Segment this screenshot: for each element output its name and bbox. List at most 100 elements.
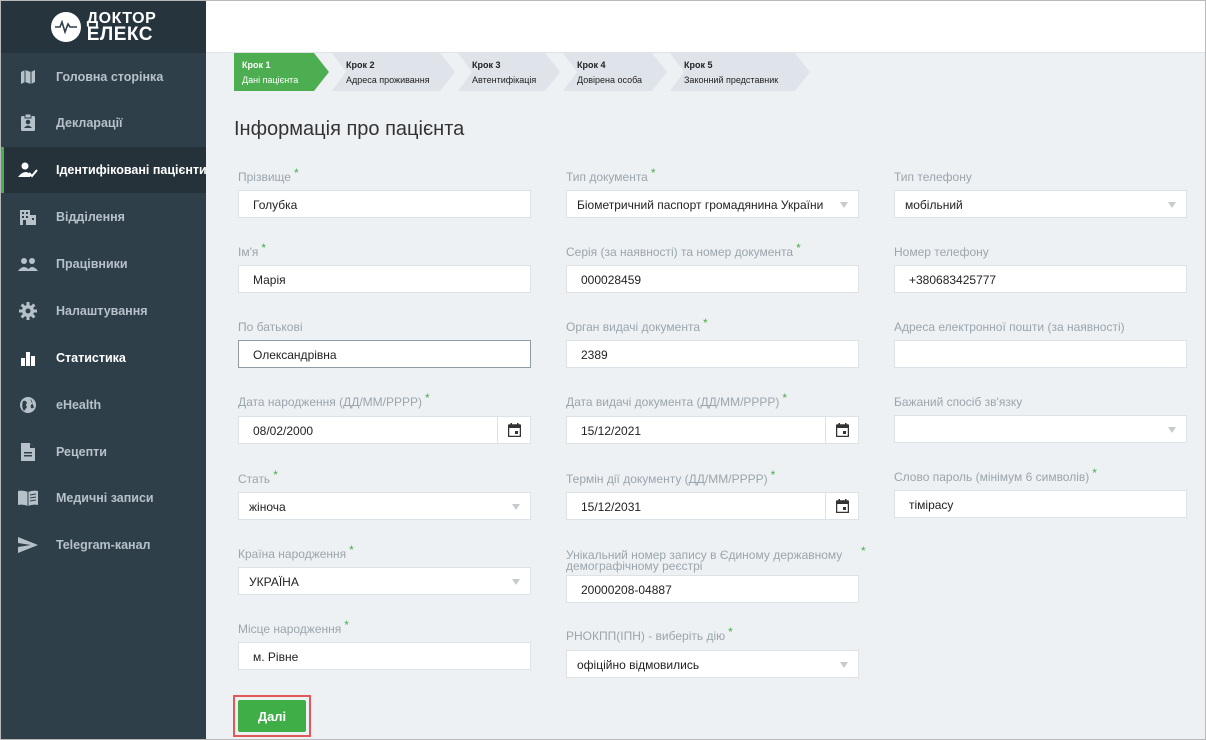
book-icon bbox=[18, 488, 38, 508]
step-4[interactable]: Крок 4 Довірена особа bbox=[563, 53, 667, 91]
step-number: Крок 2 bbox=[346, 60, 375, 70]
doc-expiry-label: Термін дії документу (ДД/ММ/РРРР) * bbox=[566, 469, 775, 486]
doc-issuer-value: 2389 bbox=[581, 348, 608, 362]
first-name-field[interactable]: Марія bbox=[238, 265, 531, 293]
required-mark: * bbox=[728, 625, 733, 639]
required-mark: * bbox=[650, 166, 656, 180]
doc-number-field[interactable]: 000028459 bbox=[566, 265, 859, 293]
birth-place-field[interactable]: м. Рівне bbox=[238, 642, 531, 670]
phone-type-label: Тип телефону bbox=[894, 170, 972, 184]
step-2[interactable]: Крок 2 Адреса проживання bbox=[332, 53, 455, 91]
calendar-icon[interactable] bbox=[497, 417, 530, 443]
birth-country-label-text: Країна народження bbox=[238, 547, 347, 561]
contact-method-select[interactable] bbox=[894, 415, 1187, 443]
patronymic-label: По батькові bbox=[238, 320, 303, 334]
sidebar-item-declarations[interactable]: Декларації bbox=[1, 100, 206, 146]
birth-country-select[interactable]: УКРАЇНА bbox=[238, 567, 531, 595]
doc-issue-date-value: 15/12/2021 bbox=[581, 424, 642, 438]
logo[interactable]: ДОКТОР ЕЛЕКС bbox=[1, 1, 206, 53]
gender-label-text: Стать bbox=[238, 472, 271, 486]
user-check-icon bbox=[18, 160, 38, 180]
calendar-icon[interactable] bbox=[825, 417, 858, 443]
email-field[interactable] bbox=[894, 340, 1187, 368]
doc-expiry-field[interactable]: 15/12/2031 bbox=[566, 492, 859, 520]
phone-type-select[interactable]: мобільний bbox=[894, 190, 1187, 218]
password-label-text: Слово пароль (мінімум 6 символів) bbox=[894, 470, 1090, 484]
sidebar-item-label: Головна сторінка bbox=[56, 70, 164, 84]
step-label: Дані пацієнта bbox=[242, 75, 299, 85]
phone-label: Номер телефону bbox=[894, 245, 989, 259]
send-icon bbox=[18, 535, 38, 555]
phone-field[interactable]: +380683425777 bbox=[894, 265, 1187, 293]
doc-number-value: 000028459 bbox=[581, 273, 642, 287]
sidebar-item-label: Telegram-канал bbox=[56, 538, 151, 552]
gender-label: Стать * bbox=[238, 469, 278, 486]
next-button[interactable]: Далі bbox=[238, 700, 306, 732]
main-content: Крок 1 Дані пацієнта Крок 2 Адреса прожи… bbox=[206, 1, 1205, 739]
doc-expiry-label-text: Термін дії документу (ДД/ММ/РРРР) bbox=[566, 472, 768, 486]
sidebar-item-departments[interactable]: Відділення bbox=[1, 194, 206, 240]
step-label: Адреса проживання bbox=[346, 75, 430, 85]
sidebar-item-home[interactable]: Головна сторінка bbox=[1, 54, 206, 100]
doc-number-label: Серія (за наявності) та номер документа * bbox=[566, 242, 801, 259]
patronymic-field[interactable]: Олександрівна bbox=[238, 340, 531, 368]
sidebar-item-employees[interactable]: Працівники bbox=[1, 241, 206, 287]
required-mark: * bbox=[293, 166, 299, 180]
sidebar-item-medical-records[interactable]: Медичні записи bbox=[1, 475, 206, 521]
sidebar-item-ehealth[interactable]: eHealth bbox=[1, 382, 206, 428]
logo-line-2: ЕЛЕКС bbox=[86, 23, 153, 45]
doc-issue-date-label: Дата видачі документа (ДД/ММ/РРРР) * bbox=[566, 392, 787, 409]
bar-chart-icon bbox=[18, 348, 38, 368]
birth-date-field[interactable]: 08/02/2000 bbox=[238, 416, 531, 444]
contact-method-label: Бажаний спосіб зв'язку bbox=[894, 395, 1023, 409]
doc-issuer-label: Орган видачі документа * bbox=[566, 317, 708, 334]
unzr-value: 20000208-04887 bbox=[581, 583, 672, 597]
step-number: Крок 1 bbox=[242, 60, 271, 70]
phone-type-value: мобільний bbox=[905, 198, 963, 212]
sidebar-item-telegram[interactable]: Telegram-канал bbox=[1, 522, 206, 568]
doc-issuer-field[interactable]: 2389 bbox=[566, 340, 859, 368]
people-icon bbox=[18, 254, 38, 274]
sidebar-item-label: Декларації bbox=[56, 116, 123, 130]
calendar-icon[interactable] bbox=[825, 493, 858, 519]
sidebar-item-label: Ідентифіковані пацієнти bbox=[56, 163, 207, 177]
doc-type-value: Біометричний паспорт громадянина України bbox=[577, 198, 824, 212]
step-number: Крок 5 bbox=[684, 60, 713, 70]
top-bar bbox=[206, 1, 1205, 53]
last-name-field[interactable]: Голубка bbox=[238, 190, 531, 218]
doc-type-label-text: Тип документа bbox=[566, 170, 648, 184]
sidebar-item-settings[interactable]: Налаштування bbox=[1, 288, 206, 334]
sidebar-item-label: Налаштування bbox=[56, 304, 148, 318]
rnokpp-select[interactable]: офіційно відмовились bbox=[566, 650, 859, 678]
birth-date-label-text: Дата народження (ДД/ММ/РРРР) bbox=[238, 395, 423, 409]
step-number: Крок 4 bbox=[577, 60, 606, 70]
last-name-label-text: Прізвище bbox=[238, 170, 291, 184]
step-label: Законний представник bbox=[684, 75, 779, 85]
last-name-label: Прізвище * bbox=[238, 167, 299, 184]
sidebar-item-label: Медичні записи bbox=[56, 491, 154, 505]
map-icon bbox=[18, 67, 38, 87]
sidebar-item-prescriptions[interactable]: Рецепти bbox=[1, 429, 206, 475]
step-3[interactable]: Крок 3 Автентифікація bbox=[458, 53, 560, 91]
birth-place-label-text: Місце народження bbox=[238, 622, 342, 636]
required-mark: * bbox=[1092, 466, 1097, 480]
sidebar-item-label: eHealth bbox=[56, 398, 102, 412]
birth-place-label: Місце народження * bbox=[238, 619, 349, 636]
doc-type-select[interactable]: Біометричний паспорт громадянина України bbox=[566, 190, 859, 218]
gender-select[interactable]: жіноча bbox=[238, 492, 531, 520]
step-5[interactable]: Крок 5 Законний представник bbox=[670, 53, 810, 91]
unzr-label: Унікальний номер запису в Єдиному держав… bbox=[566, 549, 842, 572]
step-1[interactable]: Крок 1 Дані пацієнта bbox=[234, 53, 329, 91]
sidebar-item-statistics[interactable]: Статистика bbox=[1, 335, 206, 381]
step-label: Довірена особа bbox=[577, 75, 643, 85]
rnokpp-value: офіційно відмовились bbox=[577, 658, 700, 672]
globe-icon bbox=[18, 395, 38, 415]
email-label: Адреса електронної пошти (за наявності) bbox=[894, 320, 1125, 334]
chevron-down-icon bbox=[512, 579, 520, 585]
required-mark: * bbox=[861, 544, 866, 558]
sidebar-item-identified-patients[interactable]: Ідентифіковані пацієнти bbox=[1, 147, 207, 193]
password-field[interactable]: тімірасу bbox=[894, 490, 1187, 518]
unzr-field[interactable]: 20000208-04887 bbox=[566, 575, 859, 603]
step-number: Крок 3 bbox=[472, 60, 501, 70]
doc-issue-date-field[interactable]: 15/12/2021 bbox=[566, 416, 859, 444]
